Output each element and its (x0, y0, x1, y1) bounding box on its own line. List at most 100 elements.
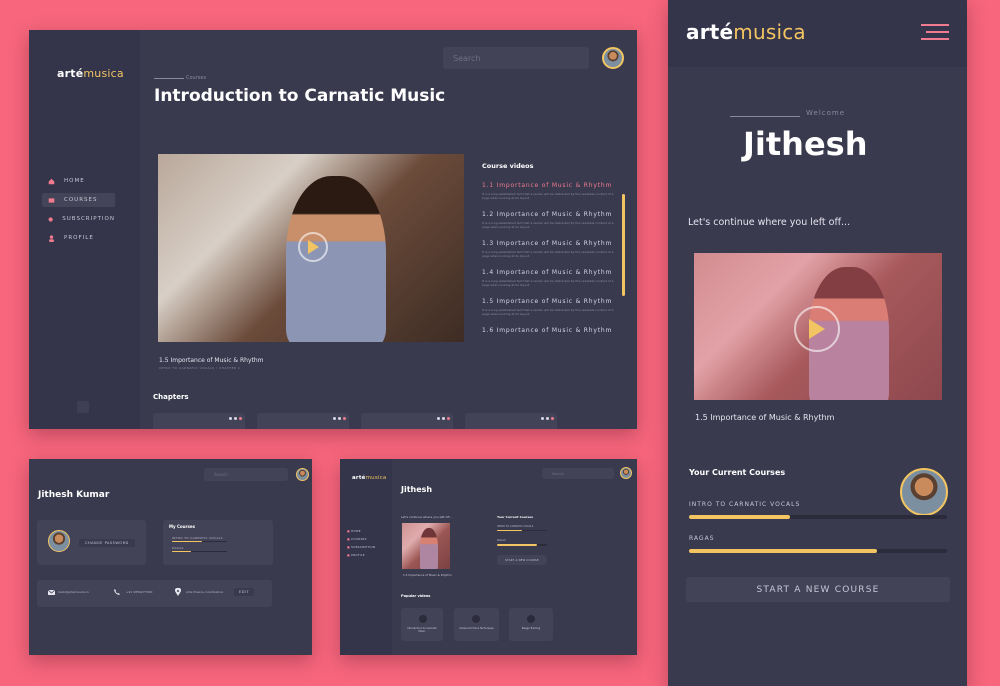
chapter-card-menu-icon[interactable] (229, 417, 242, 420)
sidebar-item-home[interactable]: ■ HOME (347, 529, 375, 537)
sidebar-item-label: COURSES (64, 197, 98, 203)
welcome-line (730, 116, 800, 117)
sidebar-item-home[interactable]: HOME (42, 174, 115, 188)
list-item[interactable]: 1.2 Importance of Music & Rhythm It is a … (482, 211, 622, 240)
video-caption: 1.5 Importance of Music & Rhythm (403, 573, 452, 577)
play-button[interactable] (794, 306, 840, 352)
sidebar: artémusica HOME COURSES SUBSCRIPTION PRO… (29, 30, 140, 429)
chapter-card-menu-icon[interactable] (333, 417, 346, 420)
breadcrumb[interactable]: Courses (186, 75, 206, 81)
popular-video-title: Advanced Voice Techniques (459, 627, 494, 630)
continue-text: Let's continue where you left off... (401, 515, 453, 519)
courses-icon (48, 197, 55, 203)
course-label[interactable]: INTRO TO CARNATIC VOCALS (497, 525, 533, 528)
course-progress-fill (497, 544, 537, 546)
course-label[interactable]: INTRO TO CARNATIC VOCALS (172, 536, 223, 540)
popular-video-card[interactable] (454, 608, 499, 641)
menu-icon[interactable] (921, 24, 951, 42)
play-icon (527, 615, 535, 623)
chapter-card-menu-icon[interactable] (541, 417, 554, 420)
avatar[interactable] (602, 47, 624, 69)
play-icon (307, 240, 319, 254)
avatar[interactable] (620, 467, 632, 479)
subscription-icon (48, 216, 53, 222)
course-progress-fill (497, 530, 522, 531)
scrollbar[interactable] (622, 194, 625, 296)
greeting-name: Jithesh (401, 485, 433, 494)
chapter-card-menu-icon[interactable] (437, 417, 450, 420)
list-item[interactable]: 1.6 Importance of Music & Rhythm (482, 327, 622, 347)
profile-name: Jithesh Kumar (38, 490, 110, 500)
course-progress-fill (689, 515, 790, 519)
home-icon (48, 178, 55, 184)
collapse-button[interactable] (77, 401, 89, 413)
sidebar-item-courses[interactable]: COURSES (42, 193, 115, 207)
breadcrumb-line (154, 78, 184, 79)
popular-video-card[interactable] (509, 608, 553, 641)
search-input[interactable]: Search (542, 468, 614, 479)
profile-icon (49, 234, 54, 242)
popular-heading: Popular videos (401, 594, 431, 598)
location-text: Arte Musica, Coimbatore (186, 590, 223, 594)
list-item[interactable]: 1.1 Importance of Music & Rhythm It is a … (482, 182, 622, 211)
sidebar-nav: ■ HOME ■ COURSES ■ SUBSCRIPTION ■ PROFIL… (347, 529, 375, 561)
course-progress-fill (172, 541, 203, 542)
sidebar-nav: HOME COURSES SUBSCRIPTION PROFILE (42, 174, 115, 245)
course-label[interactable]: RAGAS (689, 535, 715, 542)
chapter-card[interactable] (153, 413, 245, 429)
current-courses-heading: Your Current Courses (689, 468, 786, 477)
search-input[interactable]: Search (443, 47, 589, 69)
change-password-button[interactable]: CHANGE PASSWORD (79, 539, 135, 547)
logo[interactable]: artémusica (57, 67, 124, 80)
logo[interactable]: artémusica (686, 20, 806, 44)
chapter-card[interactable] (257, 413, 349, 429)
chapter-card[interactable] (361, 413, 453, 429)
sidebar-item-courses[interactable]: ■ COURSES (347, 537, 375, 545)
list-item[interactable]: 1.5 Importance of Music & Rhythm It is a … (482, 298, 622, 327)
course-progress-bar (497, 530, 547, 531)
edit-button[interactable]: EDIT (234, 588, 255, 596)
start-new-course-button[interactable]: START A NEW COURSE (497, 555, 547, 565)
email-text: hello@artemusica.in (58, 590, 89, 594)
user-name: Jithesh (743, 125, 868, 163)
play-button[interactable] (298, 232, 328, 262)
current-courses-heading: Your Current Courses (497, 515, 534, 519)
sidebar-item-subscription[interactable]: ■ SUBSCRIPTION (347, 545, 375, 553)
course-progress-bar (172, 551, 227, 552)
course-progress-bar (172, 541, 227, 542)
start-new-course-button[interactable]: START A NEW COURSE (686, 577, 950, 602)
avatar[interactable] (296, 468, 309, 481)
list-item[interactable]: 1.4 Importance of Music & Rhythm It is a … (482, 269, 622, 298)
course-progress-bar (497, 544, 547, 546)
logo[interactable]: artémusica (352, 475, 386, 481)
video-player[interactable] (158, 154, 464, 342)
sidebar-item-subscription[interactable]: SUBSCRIPTION (42, 212, 115, 226)
avatar[interactable] (900, 468, 948, 516)
search-input[interactable]: Search (204, 468, 288, 481)
play-icon (472, 615, 480, 623)
course-progress-fill (172, 551, 192, 552)
course-videos-heading: Course videos (482, 162, 534, 170)
course-videos-list: 1.1 Importance of Music & Rhythm It is a … (482, 182, 622, 347)
video-player[interactable] (694, 253, 942, 400)
popular-video-card[interactable] (401, 608, 443, 641)
popular-video-title: Raaga Training (521, 627, 541, 630)
video-caption: 1.5 Importance of Music & Rhythm (159, 357, 264, 364)
phone-text: +91 9856277000 (126, 590, 153, 594)
course-label[interactable]: RAGAS (172, 546, 184, 550)
page-title: Introduction to Carnatic Music (154, 86, 446, 106)
phone-icon (114, 589, 120, 595)
chapter-card[interactable] (465, 413, 557, 429)
profile-avatar[interactable] (48, 530, 70, 552)
list-item[interactable]: 1.3 Importance of Music & Rhythm It is a … (482, 240, 622, 269)
course-progress-fill (689, 549, 878, 553)
profile-page-card: Search Jithesh Kumar CHANGE PASSWORD My … (29, 459, 312, 655)
mail-icon (48, 590, 55, 595)
video-caption: 1.5 Importance of Music & Rhythm (695, 413, 835, 422)
video-thumbnail[interactable] (402, 523, 450, 569)
sidebar-item-profile[interactable]: ■ PROFILE (347, 553, 375, 561)
course-label[interactable]: INTRO TO CARNATIC VOCALS (689, 501, 800, 508)
sidebar-item-profile[interactable]: PROFILE (42, 231, 115, 245)
course-label[interactable]: RAGAS (497, 539, 506, 542)
mobile-home-card: artémusica Welcome Jithesh Let's continu… (668, 0, 967, 686)
